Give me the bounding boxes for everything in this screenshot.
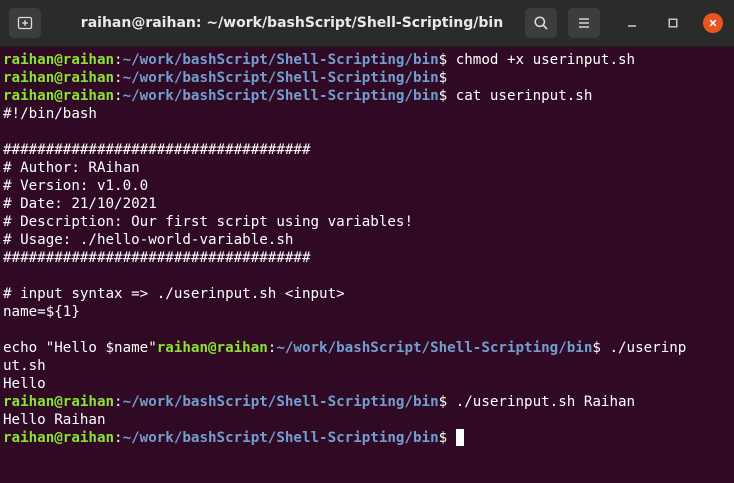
search-button[interactable] [525, 8, 557, 38]
terminal-line: echo "Hello $name"raihan@raihan:~/work/b… [3, 339, 734, 357]
prompt-user-host: raihan@raihan [3, 70, 115, 86]
command-text [447, 430, 456, 446]
output-text: name=${1} [3, 304, 80, 320]
terminal-line: name=${1} [3, 303, 734, 321]
prompt-colon: : [114, 430, 123, 446]
output-text: Hello [3, 376, 46, 392]
terminal-window: raihan@raihan: ~/work/bashScript/Shell-S… [0, 0, 734, 483]
terminal-line: # Description: Our first script using va… [3, 213, 734, 231]
prompt-colon: : [114, 88, 123, 104]
prompt-path: ~/work/bashScript/Shell-Scripting/bin [122, 88, 439, 104]
menu-button[interactable] [568, 8, 600, 38]
minimize-button[interactable] [623, 14, 641, 32]
output-text: ut.sh [3, 358, 46, 374]
output-text: # Description: Our first script using va… [3, 214, 413, 230]
terminal-line: #################################### [3, 249, 734, 267]
output-text: # Version: v1.0.0 [3, 178, 149, 194]
terminal-line: Hello Raihan [3, 411, 734, 429]
output-text: #################################### [3, 142, 311, 158]
title-bar[interactable]: raihan@raihan: ~/work/bashScript/Shell-S… [0, 0, 734, 47]
prompt-symbol: $ [438, 70, 448, 86]
terminal-output[interactable]: raihan@raihan:~/work/bashScript/Shell-Sc… [0, 47, 734, 483]
prompt-user-host: raihan@raihan [3, 88, 115, 104]
terminal-line: raihan@raihan:~/work/bashScript/Shell-Sc… [3, 51, 734, 69]
terminal-line: #!/bin/bash [3, 105, 734, 123]
prompt-path: ~/work/bashScript/Shell-Scripting/bin [122, 430, 439, 446]
prompt-symbol: $ [438, 394, 448, 410]
output-text: # input syntax => ./userinput.sh <input> [3, 286, 345, 302]
close-button[interactable] [703, 13, 723, 33]
terminal-line: # Version: v1.0.0 [3, 177, 734, 195]
text-cursor [455, 429, 464, 446]
prompt-path: ~/work/bashScript/Shell-Scripting/bin [122, 70, 439, 86]
output-text: #################################### [3, 250, 311, 266]
command-text: ./userinput.sh Raihan [447, 394, 636, 410]
prompt-symbol: $ [592, 340, 601, 356]
window-title: raihan@raihan: ~/work/bashScript/Shell-S… [80, 15, 504, 31]
terminal-line: # input syntax => ./userinput.sh <input> [3, 285, 734, 303]
output-text: echo "Hello $name" [3, 340, 157, 356]
prompt-user-host: raihan@raihan [3, 430, 115, 446]
prompt-symbol: $ [438, 88, 448, 104]
search-icon [534, 16, 548, 30]
terminal-line: # Usage: ./hello-world-variable.sh [3, 231, 734, 249]
maximize-button[interactable] [664, 14, 682, 32]
prompt-colon: : [114, 52, 123, 68]
terminal-line: ut.sh [3, 357, 734, 375]
output-text: # Date: 21/10/2021 [3, 196, 157, 212]
prompt-user-host: raihan@raihan [156, 340, 268, 356]
terminal-line: raihan@raihan:~/work/bashScript/Shell-Sc… [3, 87, 734, 105]
close-icon [709, 19, 717, 27]
command-text: ./userinp [600, 340, 687, 356]
minimize-icon [628, 25, 636, 27]
terminal-line: raihan@raihan:~/work/bashScript/Shell-Sc… [3, 429, 734, 447]
terminal-line: raihan@raihan:~/work/bashScript/Shell-Sc… [3, 393, 734, 411]
terminal-line: Hello [3, 375, 734, 393]
output-text: # Usage: ./hello-world-variable.sh [3, 232, 294, 248]
prompt-symbol: $ [438, 52, 448, 68]
new-tab-button[interactable] [9, 8, 41, 38]
output-text: #!/bin/bash [3, 106, 97, 122]
terminal-line: raihan@raihan:~/work/bashScript/Shell-Sc… [3, 69, 734, 87]
prompt-symbol: $ [438, 430, 448, 446]
prompt-path: ~/work/bashScript/Shell-Scripting/bin [276, 340, 593, 356]
prompt-path: ~/work/bashScript/Shell-Scripting/bin [122, 394, 439, 410]
output-text: # Author: RAihan [3, 160, 140, 176]
prompt-user-host: raihan@raihan [3, 394, 115, 410]
output-text: Hello Raihan [3, 412, 106, 428]
command-text: chmod +x userinput.sh [447, 52, 636, 68]
command-text: cat userinput.sh [447, 88, 593, 104]
prompt-user-host: raihan@raihan [3, 52, 115, 68]
terminal-line: # Date: 21/10/2021 [3, 195, 734, 213]
prompt-colon: : [114, 70, 123, 86]
terminal-line: # Author: RAihan [3, 159, 734, 177]
hamburger-menu-icon [579, 18, 589, 28]
terminal-line: #################################### [3, 141, 734, 159]
new-tab-icon [17, 16, 33, 30]
maximize-icon [668, 18, 678, 28]
prompt-colon: : [114, 394, 123, 410]
prompt-path: ~/work/bashScript/Shell-Scripting/bin [122, 52, 439, 68]
